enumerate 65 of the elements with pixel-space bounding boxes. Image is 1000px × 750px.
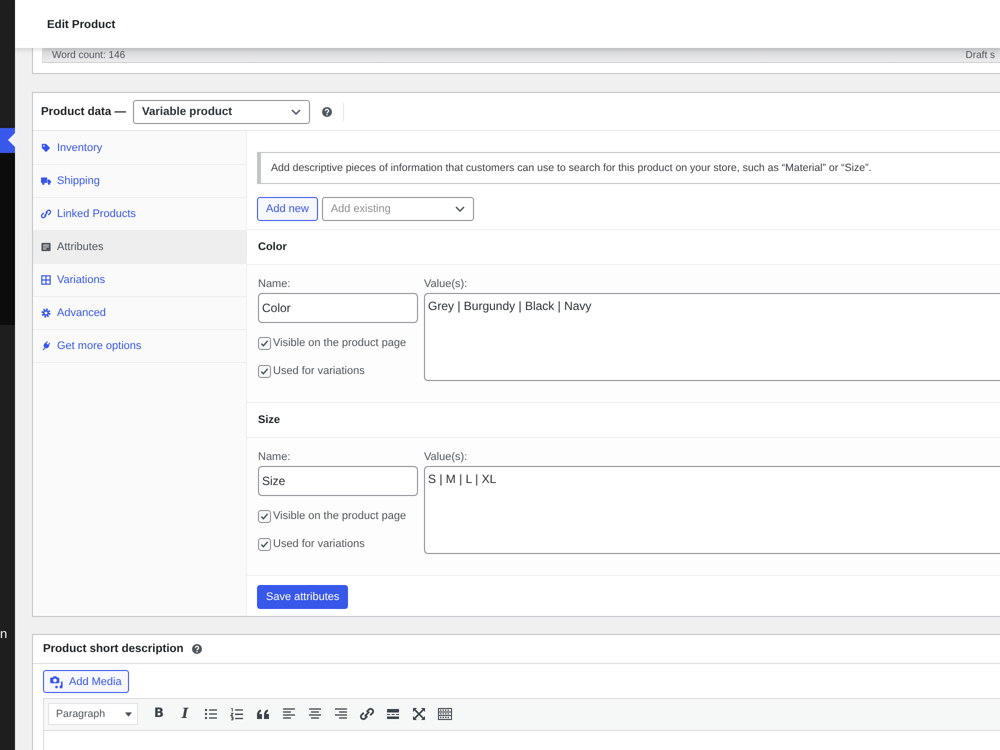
plug-icon [41,341,51,351]
checkbox-label[interactable]: Visible on the product page [273,337,406,349]
panel-title: Product short description [43,643,184,655]
toolbar-toggle-icon[interactable] [438,707,452,721]
quote-icon[interactable] [256,707,270,721]
link-icon[interactable] [360,707,374,721]
align-left-icon[interactable] [282,707,296,721]
name-field[interactable]: Size [258,466,418,496]
italic-button[interactable]: I [174,706,196,722]
checkbox[interactable] [258,336,271,350]
bold-button[interactable]: B [148,706,170,722]
checkbox[interactable] [258,510,271,522]
link-icon [41,209,51,219]
name-field[interactable]: Color [258,293,418,323]
checkmark-icon [260,338,269,348]
read-more-icon[interactable] [386,707,400,721]
tab[interactable]: Advanced [33,297,246,330]
help-icon[interactable] [192,644,202,654]
tab[interactable]: Variations [33,264,246,297]
checkmark-icon [260,512,269,520]
product-type-select[interactable]: Variable product [132,100,310,124]
gear-icon [41,308,51,318]
field-label: Name: [258,278,292,291]
list-card-icon [41,242,51,252]
format-select[interactable]: Paragraph [48,703,138,725]
add-media-button[interactable]: Add Media [43,670,129,693]
align-center-icon[interactable] [308,707,322,721]
truck-icon [41,176,51,186]
attribute-title: Size [258,414,280,426]
media-icon [50,674,64,688]
menu-item-label[interactable]: n [0,626,8,641]
checkbox-label[interactable]: Used for variations [273,365,365,377]
tag-icon [41,143,51,153]
values-field[interactable]: S | M | L | XL [424,466,1000,554]
values-field[interactable]: Grey | Burgundy | Black | Navy [424,293,1000,381]
word-count: Word count: 146 [52,50,126,60]
align-right-icon[interactable] [334,707,348,721]
checkbox[interactable] [258,364,271,378]
field-label: Name: [258,451,292,464]
add-new-button[interactable]: Add new [257,197,318,221]
checkbox[interactable] [258,538,271,550]
tab[interactable]: Shipping [33,165,246,198]
checkbox-label[interactable]: Visible on the product page [273,510,406,522]
checkmark-icon [260,540,269,548]
checkbox-label[interactable]: Used for variations [273,538,365,550]
draft-status: Draft s [966,50,995,60]
info-notice: Add descriptive pieces of information that customers can use to search for this product on your store, such as “Material” or “Size”. [257,152,1000,184]
tab[interactable]: Attributes [33,231,246,264]
attribute-title: Color [258,241,287,253]
numbered-list-icon[interactable] [230,707,244,721]
panel-title: Product data — [41,106,126,118]
caret-icon [125,712,132,716]
bullet-list-icon[interactable] [204,707,218,721]
checkmark-icon [260,366,269,376]
fullscreen-icon[interactable] [412,707,426,721]
save-attributes-button[interactable]: Save attributes [257,585,348,609]
tab[interactable]: Inventory [33,132,246,165]
grid-icon [41,275,51,285]
field-label: Value(s): [424,278,468,291]
help-icon[interactable] [322,106,332,116]
chevron-icon [290,108,301,114]
tab[interactable]: Get more options [33,330,246,363]
page-title: Edit Product [47,19,116,31]
chevron-icon [454,206,465,212]
field-label: Value(s): [424,451,468,464]
